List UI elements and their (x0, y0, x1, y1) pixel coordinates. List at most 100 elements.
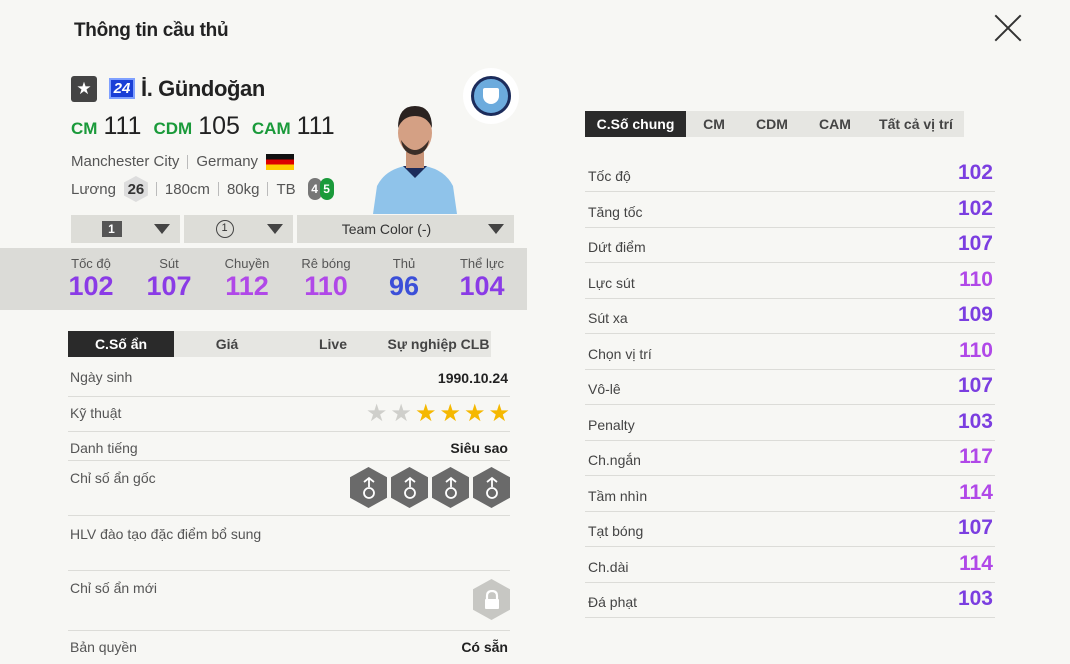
attribute-name: Tăng tốc (588, 203, 643, 220)
foot-badges: 4 5 (307, 178, 334, 200)
tab-cdm[interactable]: CDM (742, 111, 802, 137)
tab-all-positions[interactable]: Tất cả vị trí (868, 111, 964, 137)
attribute-name: Ch.ngắn (588, 452, 641, 468)
team-color-value: Team Color (-) (341, 221, 432, 237)
tab-club-career[interactable]: Sự nghiệp CLB (386, 331, 491, 357)
position-rating: CAM 111 (252, 112, 335, 141)
birthday-label: Ngày sinh (70, 369, 133, 385)
attribute-row: Tăng tốc 102 (585, 192, 995, 228)
nation-name: Germany (196, 153, 259, 170)
star-icon: ★ (488, 400, 510, 427)
star-icon: ★ (390, 400, 412, 427)
new-traits-label: Chỉ số ẩn mới (70, 580, 157, 596)
star-icon: ★ (463, 400, 486, 427)
star-icon: ★ (414, 400, 437, 427)
chevron-down-icon (267, 224, 283, 234)
attribute-value: 110 (959, 267, 993, 291)
power-header-trait-icon[interactable] (350, 467, 387, 508)
attribute-value: 114 (959, 480, 993, 504)
star-icon: ★ (365, 400, 388, 427)
attribute-row: Đá phạt 103 (585, 582, 995, 618)
position-rating: CM 111 (71, 112, 141, 141)
salary-label: Lương (71, 180, 116, 198)
tab-general-stats[interactable]: C.Số chung (585, 111, 686, 137)
star-icon: ★ (439, 400, 461, 427)
license-value: Có sẵn (461, 639, 508, 655)
attribute-row: Ch.ngắn 117 (585, 440, 995, 476)
playmaker-trait-icon[interactable] (432, 467, 469, 508)
coach-row: HLV đào tạo đặc điểm bổ sung (68, 516, 510, 571)
attribute-name: Tầm nhìn (588, 487, 648, 504)
lock-icon[interactable] (473, 579, 510, 620)
season-badge: 24 (109, 78, 135, 99)
attribute-value: 117 (959, 445, 993, 468)
attribute-value: 107 (957, 374, 993, 397)
attribute-row: Chọn vị trí 110 (585, 334, 995, 370)
team-color-dropdown[interactable]: Team Color (-) (297, 215, 514, 243)
position-ratings: CM 111 CDM 105 CAM 111 (71, 112, 335, 141)
upgrade-level-dropdown[interactable]: 1 (71, 215, 180, 243)
reputation-value: Siêu sao (450, 440, 508, 456)
attribute-value: 107 (957, 516, 993, 539)
position-ovr: 111 (296, 112, 335, 140)
summary-stat: Thủ 96 (365, 256, 443, 301)
summary-stat-value: 104 (459, 271, 505, 301)
attribute-row: Penalty 103 (585, 405, 995, 441)
new-traits-row: Chỉ số ẩn mới (68, 571, 510, 631)
card-selectors: 1 1 Team Color (-) (71, 215, 514, 243)
summary-stat-value: 110 (304, 271, 348, 301)
tab-hidden-stats[interactable]: C.Số ẩn (68, 331, 174, 357)
strong-foot-badge: 5 (319, 178, 334, 200)
tab-cm[interactable]: CM (686, 111, 742, 137)
attribute-value: 102 (957, 161, 993, 184)
summary-stat-value: 102 (68, 271, 114, 301)
traits-row: Chỉ số ẩn gốc (68, 461, 510, 516)
summary-stat-label: Thể lực (459, 256, 505, 271)
info-tabs: C.Số ẩn Giá Live Sự nghiệp CLB (68, 331, 491, 357)
position-ovr: 111 (103, 112, 142, 140)
attribute-name: Đá phạt (588, 594, 638, 610)
long-shot-trait-icon[interactable] (473, 467, 510, 508)
swerve-trait-icon[interactable] (391, 467, 428, 508)
page-title: Thông tin cầu thủ (74, 20, 229, 41)
star-icon: ★ (71, 76, 97, 102)
trait-icons (350, 467, 510, 508)
divider (187, 154, 189, 169)
tab-live[interactable]: Live (280, 331, 386, 357)
summary-stat-label: Tốc độ (71, 256, 111, 271)
license-label: Bản quyền (70, 639, 137, 655)
tab-cam[interactable]: CAM (802, 111, 868, 137)
attribute-row: Sút xa 109 (585, 298, 995, 334)
summary-stat-label: Sút (159, 256, 179, 271)
reputation-row: Danh tiếng Siêu sao (68, 432, 510, 461)
attribute-name: Chọn vị trí (588, 345, 652, 362)
club-name: Manchester City (71, 153, 180, 170)
team-count-dropdown[interactable]: 1 (184, 215, 293, 243)
traits-label: Chỉ số ẩn gốc (70, 470, 156, 486)
attribute-value: 103 (957, 587, 993, 610)
summary-stat-value: 107 (146, 271, 192, 301)
summary-stat-value: 112 (225, 271, 269, 301)
tab-price[interactable]: Giá (174, 331, 280, 357)
attribute-name: Ch.dài (588, 558, 629, 575)
skill-stars: ★ ★ ★ ★ ★ ★ (366, 402, 510, 426)
salary-badge: 26 (123, 176, 148, 202)
attribute-value: 110 (959, 338, 993, 362)
attribute-name: Sút xa (588, 310, 628, 326)
height: 180cm (164, 180, 210, 198)
position-code: CDM (153, 119, 193, 138)
birthday-value: 1990.10.24 (437, 370, 508, 386)
attribute-name: Penalty (588, 416, 635, 433)
attribute-row: Tạt bóng 107 (585, 511, 995, 547)
team-count-value: 1 (215, 220, 234, 238)
summary-stat: Tốc độ 102 (52, 256, 130, 301)
close-icon[interactable] (992, 12, 1024, 44)
reputation-label: Danh tiếng (70, 440, 138, 456)
position-rating: CDM 105 (153, 112, 239, 141)
attribute-row: Tốc độ 102 (585, 156, 995, 192)
coach-label: HLV đào tạo đặc điểm bổ sung (70, 526, 262, 542)
summary-stat-label: Rê bóng (301, 256, 351, 271)
attribute-row: Ch.dài 114 (585, 547, 995, 583)
summary-stats: Tốc độ 102 Sút 107 Chuyền 112 Rê bóng 110 Thủ 96 T… (0, 248, 527, 310)
attribute-value: 114 (959, 551, 993, 575)
